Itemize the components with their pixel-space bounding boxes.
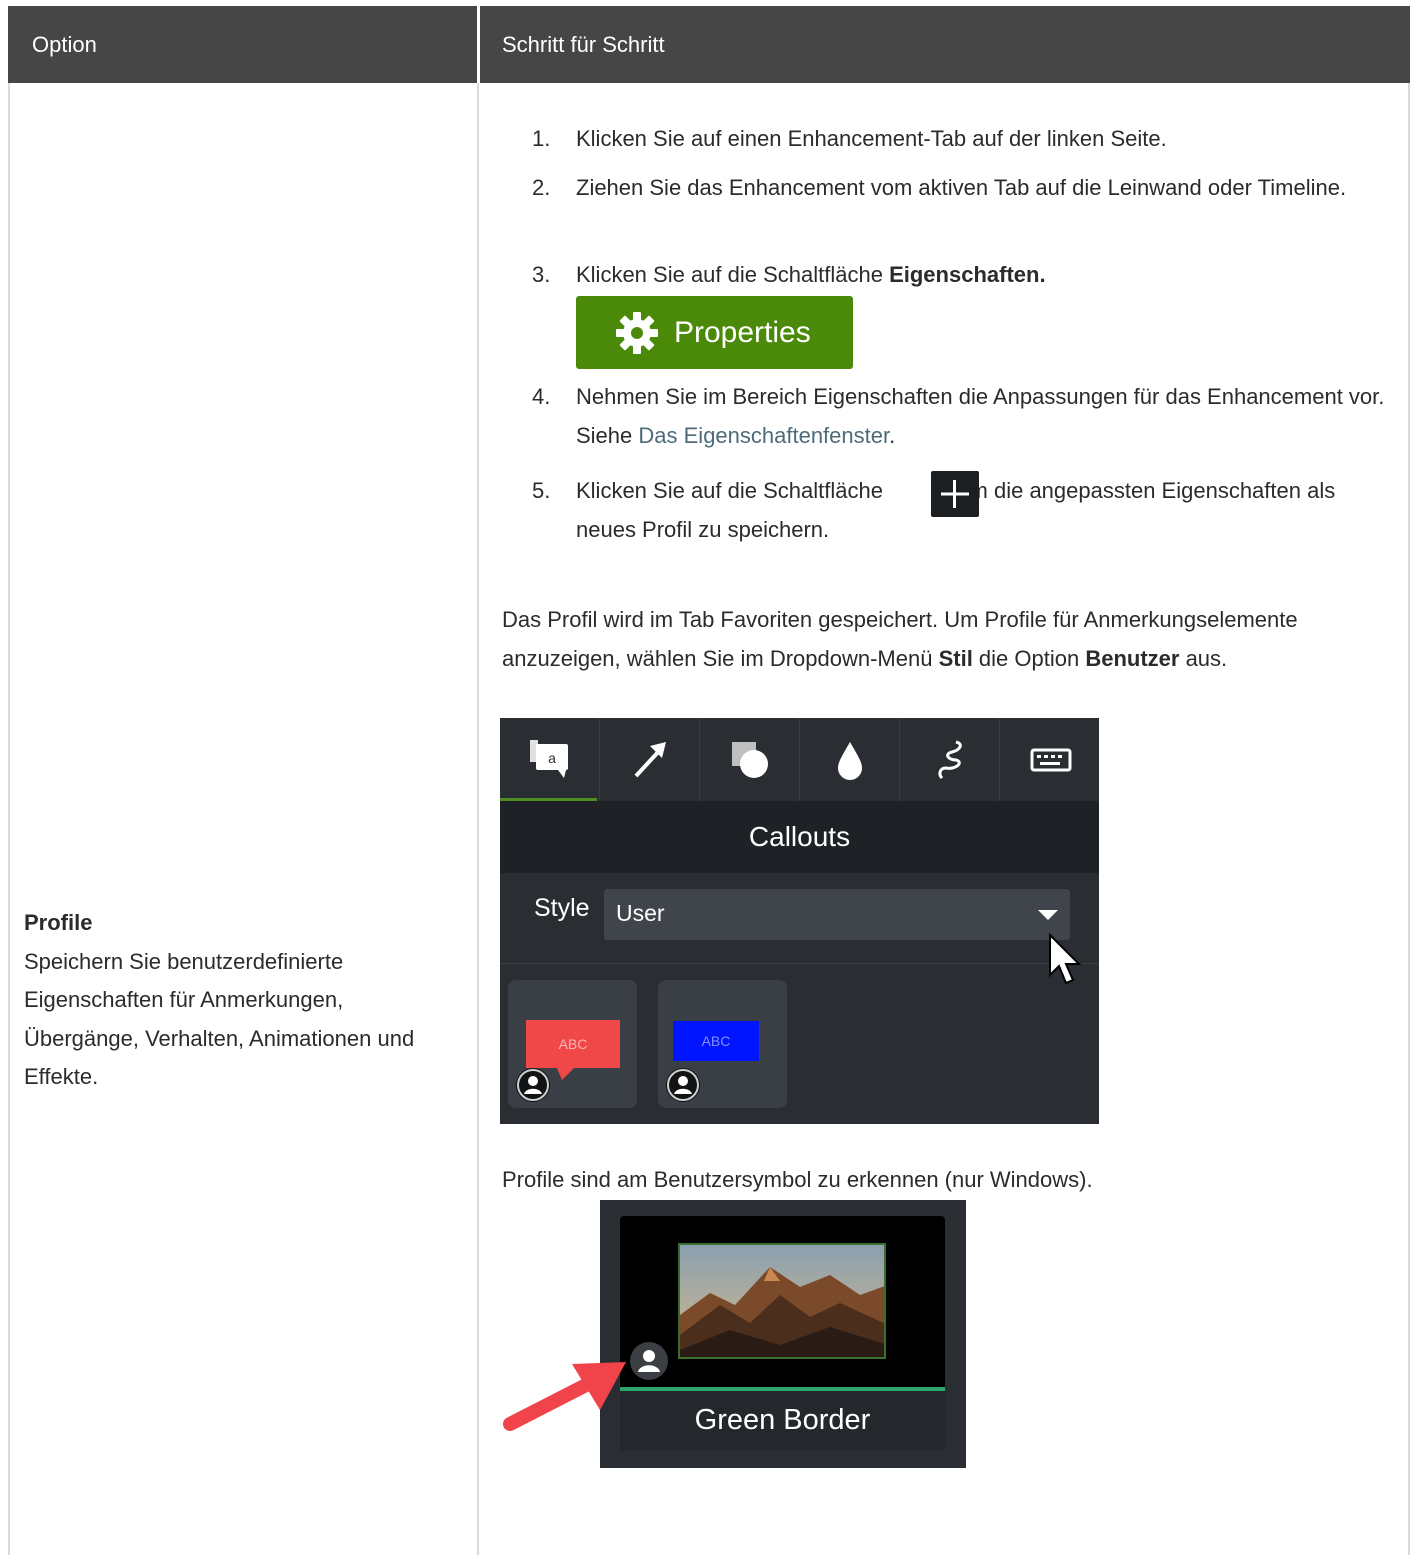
sketch-motion-icon [938,740,962,780]
tab-blur[interactable] [800,718,900,801]
tab-sketch-motion[interactable] [900,718,1000,801]
callout-thumbnail[interactable]: ABC [508,980,637,1108]
svg-text:a: a [548,750,556,766]
tab-arrows[interactable] [600,718,700,801]
properties-label: Properties [674,316,811,349]
panel-title: Callouts [500,801,1099,873]
callout-tail [556,1066,576,1080]
mountain-image [678,1243,886,1359]
mouse-cursor-icon [1049,933,1082,985]
step-text-part: Klicken Sie auf die Schaltfläche [576,262,890,287]
user-icon [666,1068,700,1102]
text-part: aus. [1179,645,1228,671]
step-text-part: . [889,422,896,448]
gear-icon [616,312,658,354]
tab-keyboard[interactable] [1000,718,1099,801]
option-description: Speichern Sie benutzerdefinierte Eigensc… [24,948,415,1090]
option-cell: Profile Speichern Sie benutzerdefinierte… [24,904,444,1097]
text-part: die Option [972,645,1086,671]
header-steps: Schritt für Schritt [480,6,1410,83]
step-text: Ziehen Sie das Enhancement vom aktiven T… [576,175,1347,200]
shapes-icon [732,742,768,778]
callouts-icon: a [530,740,568,778]
step-text: Klicken Sie auf die Schaltfläche , um di… [576,472,1396,549]
step-number: 5. [532,478,551,503]
chevron-down-icon [1038,910,1058,920]
column-divider [1408,83,1410,1555]
step-bold: Eigenschaften. [889,262,1046,287]
style-label: Style [534,894,590,922]
user-icon [516,1068,550,1102]
tab-callouts[interactable]: a [500,718,600,801]
callout-thumbnail[interactable]: ABC [658,980,787,1108]
option-title: Profile [24,910,93,935]
properties-window-link[interactable]: Das Eigenschaftenfenster [638,423,889,448]
step-number: 2. [532,175,551,200]
step-text: Klicken Sie auf einen Enhancement-Tab au… [576,126,1167,151]
bold-benutzer: Benutzer [1085,645,1180,671]
keyboard-icon [1030,748,1072,772]
style-dropdown[interactable]: User [604,889,1070,940]
blur-icon [838,742,862,780]
tools-tabbar: a [500,718,1099,801]
bold-stil: Stil [938,645,973,671]
add-profile-button[interactable] [931,471,979,517]
plus-icon [941,480,969,508]
red-arrow-icon [503,1362,626,1431]
callout-preview: ABC [673,1021,759,1061]
step-number: 4. [532,384,551,409]
column-divider [8,83,10,1555]
header-option: Option [8,6,477,83]
step-number: 3. [532,262,551,287]
step-text-part: Klicken Sie auf die Schaltfläche [576,478,890,503]
profile-label: Green Border [620,1391,945,1450]
column-divider [477,83,479,1555]
user-icon [630,1342,668,1380]
callout-preview: ABC [526,1020,620,1068]
step-text: Nehmen Sie im Bereich Eigenschaften die … [576,378,1396,455]
arrow-icon [634,742,666,778]
style-dropdown-value: User [616,900,665,926]
divider [500,963,1099,964]
profile-thumbnail[interactable]: Green Border [620,1216,945,1450]
tab-shapes[interactable] [700,718,800,801]
step-number: 1. [532,126,551,151]
properties-button[interactable]: Properties [576,296,853,369]
favorites-paragraph: Das Profil wird im Tab Favoriten gespeic… [502,601,1392,678]
user-symbol-paragraph: Profile sind am Benutzersymbol zu erkenn… [502,1167,1093,1192]
green-border-screenshot: Green Border [600,1200,966,1468]
callouts-panel-screenshot: a Callouts Style User ABC ABC [500,718,1099,1124]
step-text: Klicken Sie auf die Schaltfläche Eigensc… [576,256,1396,295]
